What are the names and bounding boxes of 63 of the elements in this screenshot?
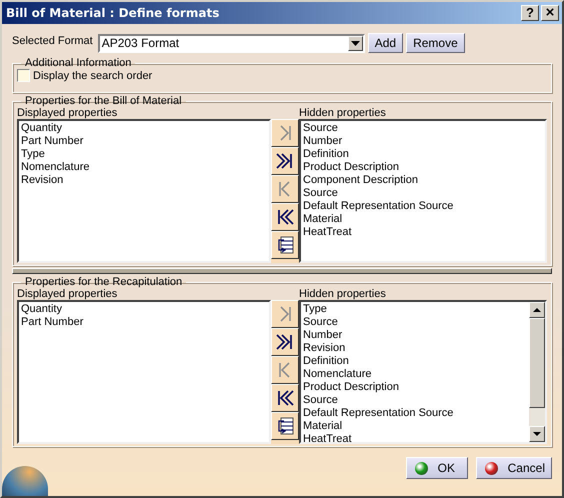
list-item[interactable]: Definition [303, 355, 527, 368]
list-item[interactable]: HeatTreat [303, 226, 543, 239]
double-chevron-bar-left-icon [275, 207, 295, 227]
list-item[interactable]: Part Number [21, 316, 267, 329]
selected-format-label: Selected Format [12, 35, 93, 47]
list-item[interactable]: Product Description [303, 381, 527, 394]
move-all-right-button[interactable] [271, 328, 299, 356]
list-item[interactable]: Source [303, 187, 543, 200]
double-chevron-bar-right-icon [275, 332, 295, 352]
list-item[interactable]: Type [303, 303, 527, 316]
format-action-button[interactable]: Add [368, 33, 404, 53]
up-arrow-icon [533, 308, 541, 312]
list-item[interactable]: Source [303, 316, 527, 329]
list-label: Hidden properties [299, 107, 387, 119]
list-item[interactable]: Default Representation Source [303, 200, 543, 213]
checkbox-label: Display the search order [33, 70, 152, 82]
format-dropdown[interactable]: AP203 Format [98, 34, 365, 52]
list-item[interactable]: HeatTreat [303, 433, 527, 442]
order-button[interactable] [271, 412, 299, 440]
scroll-up-button[interactable] [529, 302, 545, 318]
list-item[interactable]: Revision [303, 342, 527, 355]
globe-decoration [2, 466, 48, 496]
move-all-left-button[interactable] [271, 384, 299, 412]
list-item[interactable]: Quantity [21, 303, 267, 316]
move-all-right-button[interactable] [271, 147, 299, 175]
list-item[interactable]: Quantity [21, 122, 267, 135]
list-item[interactable]: Definition [303, 148, 543, 161]
list-item[interactable]: Nomenclature [21, 161, 267, 174]
list-item[interactable]: Number [303, 329, 527, 342]
cancel-button[interactable]: Cancel [476, 457, 552, 479]
double-chevron-bar-right-icon [275, 151, 295, 171]
order-button[interactable] [271, 231, 299, 259]
list-item[interactable]: Type [21, 148, 267, 161]
checkbox[interactable] [17, 69, 30, 82]
scroll-down-button[interactable] [529, 426, 545, 442]
list-label: Displayed properties [17, 107, 118, 119]
close-button[interactable]: × [541, 5, 559, 21]
list-item[interactable]: Component Description [303, 174, 543, 187]
list-item[interactable]: Source [303, 122, 543, 135]
list-item[interactable]: Material [303, 420, 527, 433]
list-item[interactable]: Source [303, 394, 527, 407]
splitter-bar[interactable] [12, 268, 552, 274]
list-item[interactable]: Default Representation Source [303, 407, 527, 420]
move-all-left-button[interactable] [271, 203, 299, 231]
list-item[interactable]: Material [303, 213, 543, 226]
group-title: Properties for the Recapitulation [24, 276, 184, 288]
down-arrow-icon [533, 432, 541, 436]
scrollbar[interactable] [529, 302, 545, 442]
double-chevron-bar-left-icon [275, 388, 295, 408]
list-item[interactable]: Product Description [303, 161, 543, 174]
list-item[interactable]: Part Number [21, 135, 267, 148]
ok-button[interactable]: OK [406, 457, 468, 479]
list-label: Hidden properties [299, 288, 387, 300]
list-item[interactable]: Nomenclature [303, 368, 527, 381]
format-action-button[interactable]: Remove [406, 33, 465, 53]
scroll-thumb[interactable] [529, 318, 545, 408]
list-item[interactable]: Revision [21, 174, 267, 187]
help-button[interactable]: ? [521, 5, 539, 21]
group-title: Properties for the Bill of Material [24, 95, 183, 107]
group-title: Additional Information [24, 57, 132, 69]
list-item[interactable]: Number [303, 135, 543, 148]
window-title: Bill of Material : Define formats [6, 6, 220, 20]
list-label: Displayed properties [17, 288, 118, 300]
